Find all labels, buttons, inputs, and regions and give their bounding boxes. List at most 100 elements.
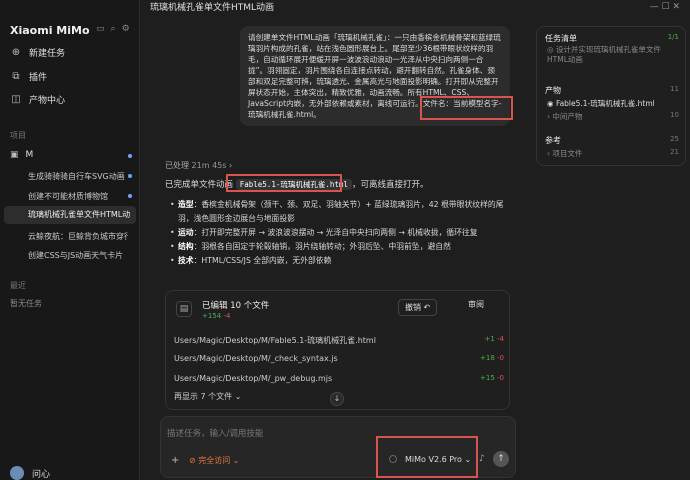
references-title[interactable]: 参考 xyxy=(545,135,561,146)
files-title: 已编辑 10 个文件 xyxy=(202,301,270,311)
review-button[interactable]: 审阅 xyxy=(468,299,484,310)
bullet-item: 运动：打开即完整开屏 → 波浪波浪摆动 → 光泽自中央扫向两侧 → 机械收拢，循… xyxy=(170,226,510,240)
status-time: 21m 45s xyxy=(191,161,227,170)
sidebar-toolbar: ▭ ⌕ ⚙ xyxy=(96,24,136,34)
plugin-icon: ⧉ xyxy=(12,70,20,82)
bullet-value: ：打开即完整开屏 → 波浪波浪摆动 → 光泽自中央扫向两侧 → 机械收拢，循环往… xyxy=(193,228,478,237)
project-unread-dot xyxy=(128,154,132,158)
nav-label: 新建任务 xyxy=(29,49,66,59)
right-panel: 任务清单 1/1 ◎ 设计并实现琉璃机械孔雀单文件HTML动画 产物 11 ◉ … xyxy=(536,26,686,166)
result-bullets: 造型：香槟金机械骨架（颈干、颈、双足、羽轴关节）+ 蓝绿琉璃羽片，42 根带眼状… xyxy=(170,198,510,268)
nav-new-task[interactable]: ⊕ 新建任务 xyxy=(10,46,66,60)
brand-logo: Xiaomi MiMo xyxy=(10,24,90,37)
bullet-item: 结构：羽根各自固定于轮毂轴销，羽片绕轴转动；外羽后坠、中羽前坠，避自然 xyxy=(170,240,510,254)
file-path: Users/Magic/Desktop/M/Fable5.1-琉璃机械孔雀.ht… xyxy=(174,336,376,345)
folder-icon: ▣ xyxy=(10,150,19,160)
window-controls[interactable]: — ☐ ✕ xyxy=(650,2,680,12)
artifacts-count: 11 xyxy=(670,85,679,93)
plus-icon[interactable]: + xyxy=(171,455,179,466)
send-button[interactable]: ↑ xyxy=(493,451,509,467)
result-file-highlight xyxy=(226,174,342,192)
artifacts-title[interactable]: 产物 xyxy=(545,85,561,96)
warning-icon: ⊘ xyxy=(189,456,196,465)
diff-del: -0 xyxy=(497,374,504,382)
file-path: Users/Magic/Desktop/M/_pw_debug.mjs xyxy=(174,374,333,383)
box-icon: ◫ xyxy=(11,93,21,105)
files-diff-summary: +154 -4 xyxy=(202,312,230,320)
file-icon: ▤ xyxy=(176,301,192,317)
nav-label: 产物中心 xyxy=(29,96,66,106)
result-suffix: ，可离线直接打开。 xyxy=(351,180,429,190)
file-path: Users/Magic/Desktop/M/_check_syntax.js xyxy=(174,354,338,363)
sidebar-toggle-icon[interactable]: ▭ xyxy=(96,24,105,34)
task-item[interactable]: 创建CSS与JS动画天气卡片 xyxy=(28,250,128,261)
project-files-count: 21 xyxy=(670,148,679,156)
project-name: M xyxy=(25,150,34,160)
model-highlight xyxy=(376,436,478,478)
bullet-key: 造型 xyxy=(178,200,194,209)
result-prefix: 已完成单文件动画 xyxy=(165,180,234,190)
task-item[interactable]: 生成骑骑骑自行车SVG动画 xyxy=(28,171,128,182)
project-files[interactable]: › 项目文件 xyxy=(547,148,582,159)
show-more-files[interactable]: 再显示 7 个文件 ⌄ xyxy=(174,391,241,402)
mic-icon[interactable]: ♪ xyxy=(479,454,485,464)
bullet-item: 技术：HTML/CSS/JS 全部内嵌，无外部依赖 xyxy=(170,254,510,268)
avatar xyxy=(10,466,24,480)
task-item-active[interactable]: 琉璃机械孔雀单文件HTML动 xyxy=(4,206,136,224)
tasklist-count: 1/1 xyxy=(667,33,679,41)
bullet-key: 技术 xyxy=(178,256,194,265)
user-name: 问心 xyxy=(32,469,51,480)
bullet-key: 运动 xyxy=(178,228,194,237)
user-profile[interactable]: 问心 xyxy=(10,466,50,480)
task-input[interactable]: 描述任务，输入/调用技能 xyxy=(167,427,263,439)
settings-icon[interactable]: ⚙ xyxy=(122,24,130,34)
bullet-value: ：香槟金机械骨架（颈干、颈、双足、羽轴关节）+ 蓝绿琉璃羽片，42 根带眼状纹样… xyxy=(178,200,504,223)
nav-artifacts[interactable]: ◫ 产物中心 xyxy=(10,93,66,107)
project-folder[interactable]: ▣ M xyxy=(10,150,33,160)
access-mode-select[interactable]: ⊘ 完全访问 ⌄ xyxy=(189,455,240,466)
diff-add: +154 xyxy=(202,312,222,320)
filename-highlight xyxy=(420,96,513,120)
task-item[interactable]: 云鲸夜航：巨鲸背负城市穿行 xyxy=(28,231,128,242)
search-icon[interactable]: ⌕ xyxy=(111,24,116,34)
window-title: 琉璃机械孔雀单文件HTML动画 xyxy=(150,3,275,13)
bullet-value: ：HTML/CSS/JS 全部内嵌，无外部依赖 xyxy=(193,256,332,265)
diff-add: +18 xyxy=(480,354,495,362)
project-files-label: 项目文件 xyxy=(552,149,583,158)
processed-status[interactable]: 已处理 21m 45s › xyxy=(165,160,232,171)
intermediate-label: 中间产物 xyxy=(552,112,583,121)
undo-button[interactable]: 撤销 ↶ xyxy=(398,299,438,316)
sidebar: Xiaomi MiMo ▭ ⌕ ⚙ ⊕ 新建任务 ⧉ 插件 ◫ 产物中心 项目 ▣ … xyxy=(0,0,140,480)
no-task-text: 暂无任务 xyxy=(10,299,42,308)
references-count: 25 xyxy=(670,135,679,143)
file-row[interactable]: Users/Magic/Desktop/M/_check_syntax.js +… xyxy=(174,354,504,363)
compose-icon: ⊕ xyxy=(11,46,21,58)
check-circle-icon: ◎ xyxy=(547,45,554,54)
task-unread-dot xyxy=(128,194,132,198)
access-label: 完全访问 ⌄ xyxy=(198,456,240,465)
intermediate-artifacts[interactable]: › 中间产物 xyxy=(547,111,582,122)
file-diff: +18 -0 xyxy=(480,354,504,362)
diff-add: +15 xyxy=(480,374,495,382)
file-row[interactable]: Users/Magic/Desktop/M/Fable5.1-琉璃机械孔雀.ht… xyxy=(174,335,504,346)
diff-del: -0 xyxy=(497,354,504,362)
artifact-item[interactable]: ◉ Fable5.1-琉璃机械孔雀.html xyxy=(547,98,655,109)
recent-section-label: 最近 xyxy=(10,281,26,290)
task-item[interactable]: 创建不可能材质博物馆 xyxy=(28,191,128,202)
globe-icon: ◉ xyxy=(547,99,554,108)
intermediate-count: 10 xyxy=(670,111,679,119)
tasklist-title[interactable]: 任务清单 xyxy=(545,33,577,44)
file-diff: +1 -4 xyxy=(484,335,504,343)
task-unread-dot xyxy=(128,174,132,178)
file-row[interactable]: Users/Magic/Desktop/M/_pw_debug.mjs +15 … xyxy=(174,374,504,383)
scroll-down-icon[interactable]: ↓ xyxy=(330,392,344,406)
diff-del: -4 xyxy=(497,335,504,343)
bullet-key: 结构 xyxy=(178,242,194,251)
tasklist-item: ◎ 设计并实现琉璃机械孔雀单文件HTML动画 xyxy=(547,45,677,65)
nav-plugins[interactable]: ⧉ 插件 xyxy=(10,70,48,84)
diff-del: -4 xyxy=(223,312,231,320)
nav-label: 插件 xyxy=(29,73,48,83)
status-label: 已处理 xyxy=(165,161,189,170)
bullet-value: ：羽根各自固定于轮毂轴销，羽片绕轴转动；外羽后坠、中羽前坠，避自然 xyxy=(193,242,451,251)
tasklist-item-text: 设计并实现琉璃机械孔雀单文件HTML动画 xyxy=(547,45,661,64)
